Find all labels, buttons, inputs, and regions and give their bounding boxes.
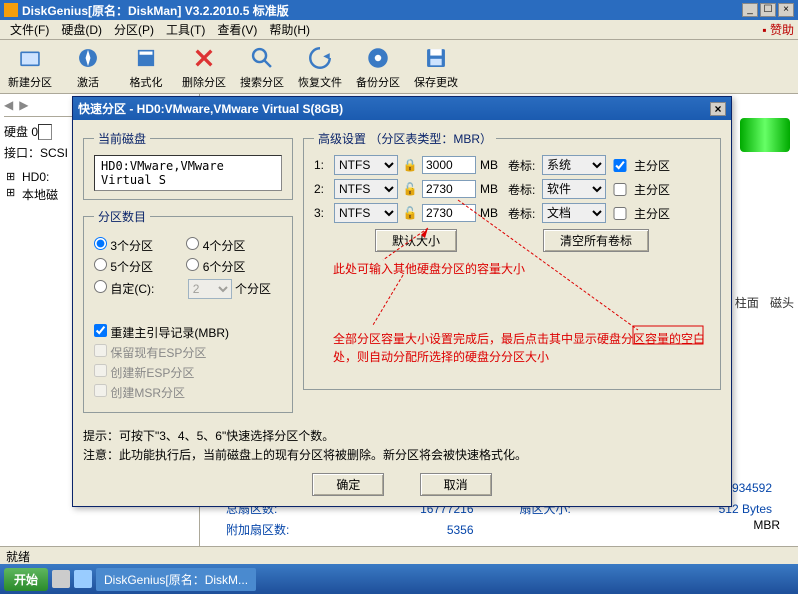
- menubar: 文件(F) 硬盘(D) 分区(P) 工具(T) 查看(V) 帮助(H) ▪ 赞助: [0, 20, 798, 40]
- save-changes-button[interactable]: 保存更改: [410, 44, 462, 90]
- tip-2: 注意：此功能执行后，当前磁盘上的现有分区将被删除。新分区将会被快速格式化。: [83, 446, 721, 463]
- annotation-2: 全部分区容量大小设置完成后，最后点击其中显示硬盘分区容量的空白处，则自动分配所选…: [333, 330, 715, 366]
- statusbar: 就绪: [0, 546, 798, 564]
- volume-select-2[interactable]: 软件: [542, 179, 606, 199]
- tips-section: 提示：可按下"3、4、5、6"快速选择分区个数。 注意：此功能执行后，当前磁盘上…: [83, 427, 721, 463]
- nav-fwd-icon[interactable]: ▶: [19, 98, 28, 112]
- volume-select-1[interactable]: 系统: [542, 155, 606, 175]
- lock-icon[interactable]: 🔓: [402, 206, 418, 220]
- taskbar-tray-icon[interactable]: [52, 570, 70, 588]
- fs-select-1[interactable]: NTFS: [334, 155, 398, 175]
- new-esp-checkbox: 创建新ESP分区: [94, 364, 282, 381]
- lock-icon[interactable]: 🔒: [402, 158, 418, 172]
- status-text: 就绪: [6, 550, 30, 564]
- volume-select-3[interactable]: 文档: [542, 203, 606, 223]
- current-disk-group: 当前磁盘 HD0:VMware,VMware Virtual S: [83, 130, 293, 200]
- rebuild-mbr-checkbox[interactable]: 重建主引导记录(MBR): [94, 324, 282, 341]
- activate-button[interactable]: 激活: [62, 44, 114, 90]
- radio-custom-partitions[interactable]: 自定(C):: [94, 282, 154, 296]
- menu-partition[interactable]: 分区(P): [108, 19, 160, 40]
- radio-3-partitions[interactable]: 3个分区: [94, 239, 153, 253]
- taskbar-item-diskgenius[interactable]: DiskGenius[原名：DiskM...: [96, 568, 256, 591]
- menu-view[interactable]: 查看(V): [211, 19, 263, 40]
- disk-cylinder-graphic: [730, 118, 790, 158]
- menu-tools[interactable]: 工具(T): [160, 19, 211, 40]
- partition-row-1: 1: NTFS 🔒 MB 卷标: 系统 主分区: [314, 155, 710, 175]
- menu-help[interactable]: 帮助(H): [263, 19, 316, 40]
- size-input-1[interactable]: [422, 156, 476, 174]
- radio-5-partitions[interactable]: 5个分区: [94, 260, 153, 274]
- clear-volumes-button[interactable]: 清空所有卷标: [543, 229, 649, 252]
- default-size-button[interactable]: 默认大小: [375, 229, 457, 252]
- format-button[interactable]: 格式化: [120, 44, 172, 90]
- partition-row-3: 3: NTFS 🔓 MB 卷标: 文档 主分区: [314, 203, 710, 223]
- backup-partition-button[interactable]: 备份分区: [352, 44, 404, 90]
- app-title: DiskGenius[原名：DiskMan] V3.2.2010.5 标准版: [22, 2, 742, 19]
- sponsor-link[interactable]: ▪ 赞助: [762, 21, 794, 38]
- dialog-title: 快速分区 - HD0:VMware,VMware Virtual S(8GB): [78, 100, 710, 117]
- current-disk-value: HD0:VMware,VMware Virtual S: [94, 155, 282, 191]
- primary-check-2[interactable]: [610, 183, 630, 196]
- primary-check-3[interactable]: [610, 207, 630, 220]
- app-icon: [4, 3, 18, 17]
- keep-esp-checkbox: 保留现有ESP分区: [94, 344, 282, 361]
- partition-count-legend: 分区数目: [94, 208, 150, 225]
- nav-back-icon[interactable]: ◀: [4, 98, 13, 112]
- annotation-1: 此处可输入其他硬盘分区的容量大小: [333, 260, 525, 277]
- cancel-button[interactable]: 取消: [420, 473, 492, 496]
- view-tabs: 柱面 磁头: [727, 294, 794, 311]
- partition-row-2: 2: NTFS 🔓 MB 卷标: 软件 主分区: [314, 179, 710, 199]
- taskbar-tray-icon[interactable]: [74, 570, 92, 588]
- search-partition-button[interactable]: 搜索分区: [236, 44, 288, 90]
- tab-head[interactable]: 磁头: [770, 296, 794, 310]
- fs-select-2[interactable]: NTFS: [334, 179, 398, 199]
- size-input-3[interactable]: [422, 204, 476, 222]
- fs-select-3[interactable]: NTFS: [334, 203, 398, 223]
- new-msr-checkbox: 创建MSR分区: [94, 384, 282, 401]
- menu-file[interactable]: 文件(F): [4, 19, 55, 40]
- minimize-button[interactable]: _: [742, 3, 758, 17]
- dialog-titlebar[interactable]: 快速分区 - HD0:VMware,VMware Virtual S(8GB) …: [73, 97, 731, 120]
- tip-1: 提示：可按下"3、4、5、6"快速选择分区个数。: [83, 427, 721, 444]
- size-input-2[interactable]: [422, 180, 476, 198]
- advanced-legend: 高级设置 （分区表类型：MBR）: [314, 130, 496, 147]
- current-disk-legend: 当前磁盘: [94, 130, 150, 147]
- recover-file-button[interactable]: 恢复文件: [294, 44, 346, 90]
- dialog-close-button[interactable]: ×: [710, 102, 726, 116]
- quick-partition-dialog: 快速分区 - HD0:VMware,VMware Virtual S(8GB) …: [72, 96, 732, 507]
- custom-count-select: 2: [188, 279, 232, 299]
- toolbar: 新建分区 激活 格式化 删除分区 搜索分区 恢复文件 备份分区 保存更改: [0, 40, 798, 94]
- disk-count-box: [38, 124, 52, 140]
- close-button[interactable]: ×: [778, 3, 794, 17]
- disk-count-label: 硬盘 0: [4, 125, 38, 139]
- taskbar: 开始 DiskGenius[原名：DiskM...: [0, 564, 798, 594]
- new-partition-button[interactable]: 新建分区: [4, 44, 56, 90]
- app-titlebar: DiskGenius[原名：DiskMan] V3.2.2010.5 标准版 _…: [0, 0, 798, 20]
- delete-partition-button[interactable]: 删除分区: [178, 44, 230, 90]
- advanced-settings-group: 高级设置 （分区表类型：MBR） 1: NTFS 🔒 MB 卷标: 系统 主分区…: [303, 130, 721, 390]
- tab-cylinder[interactable]: 柱面: [735, 296, 759, 310]
- menu-disk[interactable]: 硬盘(D): [55, 19, 108, 40]
- lock-icon[interactable]: 🔓: [402, 182, 418, 196]
- radio-6-partitions[interactable]: 6个分区: [186, 260, 245, 274]
- radio-4-partitions[interactable]: 4个分区: [186, 239, 245, 253]
- maximize-button[interactable]: ☐: [760, 3, 776, 17]
- primary-check-1[interactable]: [610, 159, 630, 172]
- start-button[interactable]: 开始: [4, 568, 48, 591]
- ok-button[interactable]: 确定: [312, 473, 384, 496]
- partition-count-group: 分区数目 3个分区 4个分区 5个分区 6个分区 自定(C): 2 个分区: [83, 208, 293, 413]
